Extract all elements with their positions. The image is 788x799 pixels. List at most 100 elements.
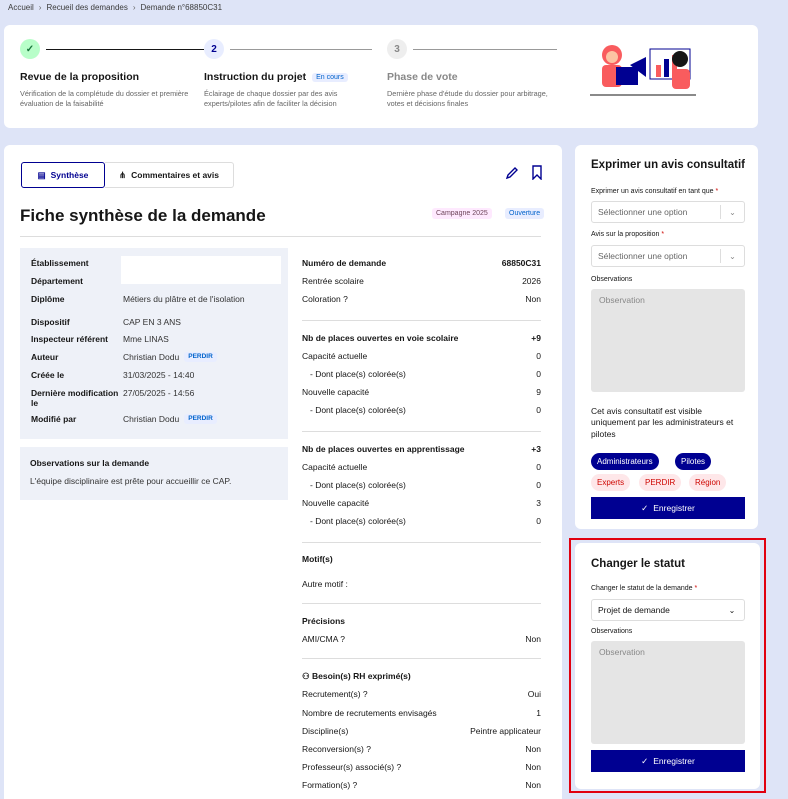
step-description: Vérification de la complétude du dossier… (20, 89, 189, 109)
field-value: 3 (536, 498, 541, 508)
highlight-frame (569, 538, 766, 793)
field-label: Nb de places ouvertes en voie scolaire (302, 333, 459, 343)
users-icon: ⋔ (119, 169, 127, 180)
field-value: Non (525, 634, 541, 644)
breadcrumb-home[interactable]: Accueil (8, 3, 34, 12)
field-label: Numéro de demande (302, 258, 387, 268)
visibility-note: Cet avis consultatif est visible uniquem… (591, 406, 734, 439)
field-value: 31/03/2025 - 14:40 (123, 370, 195, 380)
label-text: Avis sur la proposition (591, 231, 660, 238)
edit-icon[interactable] (505, 166, 519, 180)
field-label: Exprimer un avis consultatif en tant que… (591, 188, 718, 195)
section-label: Besoin(s) RH exprimé(s) (311, 671, 411, 681)
field-value: Christian Dodu (123, 414, 180, 424)
tab-commentaires[interactable]: ⋔ Commentaires et avis (105, 162, 234, 188)
divider (302, 320, 541, 321)
tabs: ▤ Synthèse ⋔ Commentaires et avis (21, 162, 234, 188)
field-label: Rentrée scolaire (302, 276, 364, 286)
field-label: Recrutement(s) ? (302, 689, 368, 699)
field-label: - Dont place(s) colorée(s) (310, 369, 406, 379)
observations-title: Observations sur la demande (30, 458, 150, 468)
field-value: 68850C31 (501, 258, 541, 268)
field-label: Coloration ? (302, 294, 348, 304)
step-title: Instruction du projet (204, 71, 307, 83)
type-tag: Ouverture (505, 208, 545, 219)
breadcrumb-recueil[interactable]: Recueil des demandes (46, 3, 127, 12)
field-value: Peintre applicateur (470, 726, 541, 736)
field-label: Observations (591, 276, 633, 283)
field-label: Nouvelle capacité (302, 387, 370, 397)
field-value: +3 (531, 444, 541, 454)
team-illustration (590, 45, 696, 96)
field-value: 27/05/2025 - 14:56 (123, 388, 195, 398)
select-placeholder: Sélectionner une option (598, 207, 688, 217)
field-value: Non (525, 780, 541, 790)
tab-label: Synthèse (50, 170, 89, 180)
save-avis-button[interactable]: ✓ Enregistrer (591, 497, 745, 519)
field-value: 2026 (522, 276, 541, 286)
observations-text: L'équipe disciplinaire est prête pour ac… (30, 476, 232, 486)
field-value: Métiers du plâtre et de l'isolation (123, 294, 245, 304)
field-label: - Dont place(s) colorée(s) (310, 480, 406, 490)
step-title: Phase de vote (387, 71, 458, 83)
avis-select[interactable]: Sélectionner une option ⌄ (591, 245, 745, 267)
field-value: 0 (536, 405, 541, 415)
stepper-card: ✓ Revue de la proposition Vérification d… (4, 25, 758, 128)
field-label: - Dont place(s) colorée(s) (310, 516, 406, 526)
field-label: Avis sur la proposition * (591, 231, 664, 238)
field-value: 0 (536, 351, 541, 361)
field-label: Auteur (31, 352, 59, 362)
field-label: Formation(s) ? (302, 780, 358, 790)
field-value: 0 (536, 480, 541, 490)
observation-textarea[interactable]: Observation (591, 289, 745, 392)
chip-perdir[interactable]: PERDIR (639, 474, 682, 491)
field-label: - Dont place(s) colorée(s) (310, 405, 406, 415)
avis-card: Exprimer un avis consultatif Exprimer un… (575, 145, 758, 529)
field-value: Non (525, 762, 541, 772)
chip-administrateurs[interactable]: Administrateurs (591, 453, 659, 470)
chevron-down-icon: ⌄ (720, 205, 744, 219)
field-value: 9 (536, 387, 541, 397)
tab-synthese[interactable]: ▤ Synthèse (21, 162, 105, 188)
role-select[interactable]: Sélectionner une option ⌄ (591, 201, 745, 223)
field-label: Nb de places ouvertes en apprentissage (302, 444, 465, 454)
step-2: 2 Instruction du projet En cours Éclairag… (204, 39, 379, 109)
field-label: Nombre de recrutements envisagés (302, 708, 437, 718)
breadcrumb: Accueil › Recueil des demandes › Demande… (8, 3, 222, 12)
field-value: +9 (531, 333, 541, 343)
chevron-right-icon: › (38, 3, 42, 12)
field-label: Diplôme (31, 294, 65, 304)
chip-pilotes[interactable]: Pilotes (675, 453, 712, 470)
chevron-right-icon: › (132, 3, 136, 12)
field-value: Non (525, 294, 541, 304)
status-badge: En cours (312, 72, 348, 82)
role-badge: PERDIR (184, 414, 217, 425)
label-text: Exprimer un avis consultatif en tant que (591, 188, 714, 195)
field-value: Oui (527, 689, 541, 699)
field-value: Christian Dodu (123, 352, 180, 362)
field-label: Dernière modification le (31, 388, 119, 409)
step-description: Éclairage de chaque dossier par des avis… (204, 89, 338, 109)
step-line (230, 49, 372, 50)
field-label: Département (31, 276, 83, 286)
role-badge: PERDIR (184, 352, 217, 363)
field-label: Discipline(s) (302, 726, 349, 736)
button-label: Enregistrer (653, 503, 695, 513)
chip-region[interactable]: Région (689, 474, 727, 491)
bookmark-icon[interactable] (531, 165, 543, 180)
divider (302, 542, 541, 543)
required-marker: * (661, 231, 665, 238)
chip-experts[interactable]: Experts (591, 474, 631, 491)
divider (20, 236, 541, 237)
field-label: Capacité actuelle (302, 462, 368, 472)
step-number: 3 (387, 39, 407, 59)
field-label: Reconversion(s) ? (302, 744, 371, 754)
document-icon: ▤ (37, 169, 46, 180)
field-label: AMI/CMA ? (302, 634, 345, 644)
field-label: ⚇ Besoin(s) RH exprimé(s) (302, 671, 411, 682)
step-3: 3 Phase de vote Dernière phase d'étude d… (387, 39, 562, 109)
field-label: Professeur(s) associé(s) ? (302, 762, 402, 772)
field-label: Autre motif : (302, 579, 348, 589)
field-value: Non (525, 744, 541, 754)
required-marker: * (715, 188, 719, 195)
